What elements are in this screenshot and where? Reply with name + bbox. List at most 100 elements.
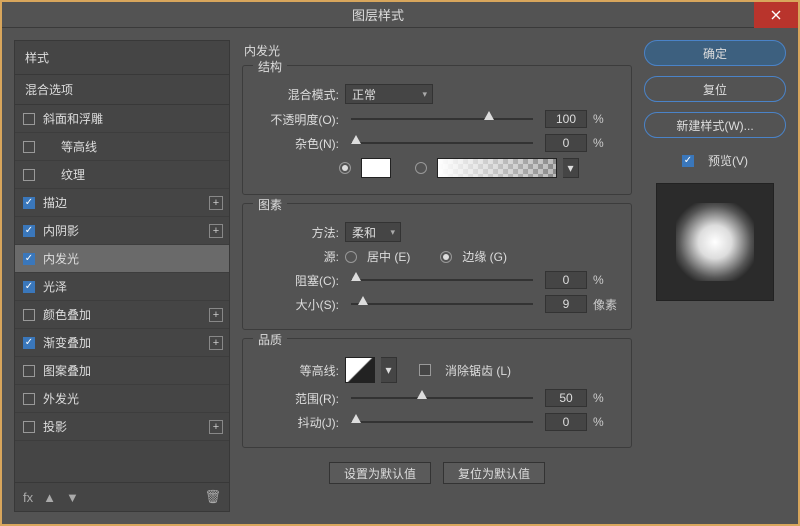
effect-checkbox[interactable] [23, 113, 35, 125]
effect-row-11[interactable]: 投影 + [15, 413, 229, 441]
effect-checkbox[interactable] [23, 365, 35, 377]
size-unit: 像素 [593, 296, 621, 313]
structure-group: 结构 混合模式: 正常▾ 不透明度(O): 100 % 杂色(N): 0 % [242, 65, 632, 195]
method-label: 方法: [253, 224, 339, 241]
contour-label: 等高线: [253, 362, 339, 379]
effect-checkbox[interactable] [23, 169, 35, 181]
antialias-checkbox[interactable] [419, 364, 431, 376]
styles-header[interactable]: 样式 [15, 41, 229, 75]
effect-label: 渐变叠加 [43, 334, 91, 351]
effect-row-2[interactable]: 纹理 [15, 161, 229, 189]
color-radio[interactable] [339, 162, 351, 174]
layer-style-dialog: 图层样式 样式 混合选项 斜面和浮雕等高线纹理描边+内阴影+内发光光泽颜色叠加+… [0, 0, 800, 526]
new-style-button[interactable]: 新建样式(W)... [644, 112, 786, 138]
source-center-radio[interactable] [345, 251, 357, 263]
effect-checkbox[interactable] [23, 281, 35, 293]
ok-button[interactable]: 确定 [644, 40, 786, 66]
range-label: 范围(R): [253, 390, 339, 407]
opacity-label: 不透明度(O): [253, 111, 339, 128]
default-buttons: 设置为默认值 复位为默认值 [242, 462, 632, 484]
preview-checkbox[interactable] [682, 155, 694, 167]
chevron-down-icon: ▾ [390, 227, 395, 238]
arrow-up-icon[interactable]: ▲ [43, 490, 56, 505]
size-slider[interactable] [351, 296, 533, 312]
effect-checkbox[interactable] [23, 309, 35, 321]
effect-label: 外发光 [43, 390, 79, 407]
cancel-button[interactable]: 复位 [644, 76, 786, 102]
effect-row-6[interactable]: 光泽 [15, 273, 229, 301]
fx-icon[interactable]: fx [23, 490, 33, 505]
noise-value[interactable]: 0 [545, 134, 587, 152]
add-effect-icon[interactable]: + [209, 308, 223, 322]
elements-legend: 图素 [253, 196, 287, 213]
effect-row-0[interactable]: 斜面和浮雕 [15, 105, 229, 133]
elements-group: 图素 方法: 柔和▾ 源: 居中 (E) 边缘 (G) 阻塞(C): 0 [242, 203, 632, 330]
percent-unit: % [593, 112, 621, 126]
source-edge-radio[interactable] [440, 251, 452, 263]
blend-mode-select[interactable]: 正常▾ [345, 84, 433, 104]
source-center-label: 居中 (E) [367, 248, 410, 265]
effect-row-9[interactable]: 图案叠加 [15, 357, 229, 385]
preview-image [676, 203, 754, 281]
opacity-value[interactable]: 100 [545, 110, 587, 128]
color-swatch[interactable] [361, 158, 391, 178]
preview-label: 预览(V) [708, 152, 748, 169]
make-default-button[interactable]: 设置为默认值 [329, 462, 431, 484]
arrow-down-icon[interactable]: ▼ [66, 490, 79, 505]
range-slider[interactable] [351, 390, 533, 406]
choke-label: 阻塞(C): [253, 272, 339, 289]
panel-title: 内发光 [244, 42, 632, 59]
effect-checkbox[interactable] [23, 421, 35, 433]
effect-row-1[interactable]: 等高线 [15, 133, 229, 161]
blend-options-header[interactable]: 混合选项 [15, 75, 229, 105]
opacity-slider[interactable] [351, 111, 533, 127]
blend-mode-label: 混合模式: [253, 86, 339, 103]
preview-box [656, 183, 774, 301]
noise-slider[interactable] [351, 135, 533, 151]
effect-label: 内阴影 [43, 222, 79, 239]
effect-label: 图案叠加 [43, 362, 91, 379]
contour-dropdown[interactable]: ▾ [381, 357, 397, 383]
method-select[interactable]: 柔和▾ [345, 222, 401, 242]
effect-row-8[interactable]: 渐变叠加 + [15, 329, 229, 357]
effect-label: 斜面和浮雕 [43, 110, 103, 127]
gradient-radio[interactable] [415, 162, 427, 174]
effect-label: 颜色叠加 [43, 306, 91, 323]
close-button[interactable] [754, 2, 798, 28]
effect-row-7[interactable]: 颜色叠加 + [15, 301, 229, 329]
add-effect-icon[interactable]: + [209, 420, 223, 434]
effect-checkbox[interactable] [23, 337, 35, 349]
effect-row-5[interactable]: 内发光 [15, 245, 229, 273]
effect-label: 内发光 [43, 250, 79, 267]
gradient-swatch[interactable] [437, 158, 557, 178]
gradient-dropdown[interactable]: ▾ [563, 158, 579, 178]
effect-checkbox[interactable] [23, 393, 35, 405]
range-value[interactable]: 50 [545, 389, 587, 407]
effect-checkbox[interactable] [23, 253, 35, 265]
size-label: 大小(S): [253, 296, 339, 313]
choke-slider[interactable] [351, 272, 533, 288]
effect-checkbox[interactable] [23, 197, 35, 209]
jitter-value[interactable]: 0 [545, 413, 587, 431]
size-value[interactable]: 9 [545, 295, 587, 313]
add-effect-icon[interactable]: + [209, 224, 223, 238]
choke-value[interactable]: 0 [545, 271, 587, 289]
effect-label: 纹理 [61, 166, 85, 183]
effect-label: 光泽 [43, 278, 67, 295]
effect-label: 等高线 [61, 138, 97, 155]
effect-label: 投影 [43, 418, 67, 435]
jitter-slider[interactable] [351, 414, 533, 430]
quality-group: 品质 等高线: ▾ 消除锯齿 (L) 范围(R): 50 % 抖动(J): [242, 338, 632, 448]
effect-row-4[interactable]: 内阴影 + [15, 217, 229, 245]
structure-legend: 结构 [253, 58, 287, 75]
noise-label: 杂色(N): [253, 135, 339, 152]
reset-default-button[interactable]: 复位为默认值 [443, 462, 545, 484]
effect-row-10[interactable]: 外发光 [15, 385, 229, 413]
add-effect-icon[interactable]: + [209, 196, 223, 210]
trash-icon[interactable]: 🗑 [204, 489, 221, 505]
contour-picker[interactable] [345, 357, 375, 383]
effect-checkbox[interactable] [23, 225, 35, 237]
effect-checkbox[interactable] [23, 141, 35, 153]
add-effect-icon[interactable]: + [209, 336, 223, 350]
effect-row-3[interactable]: 描边+ [15, 189, 229, 217]
